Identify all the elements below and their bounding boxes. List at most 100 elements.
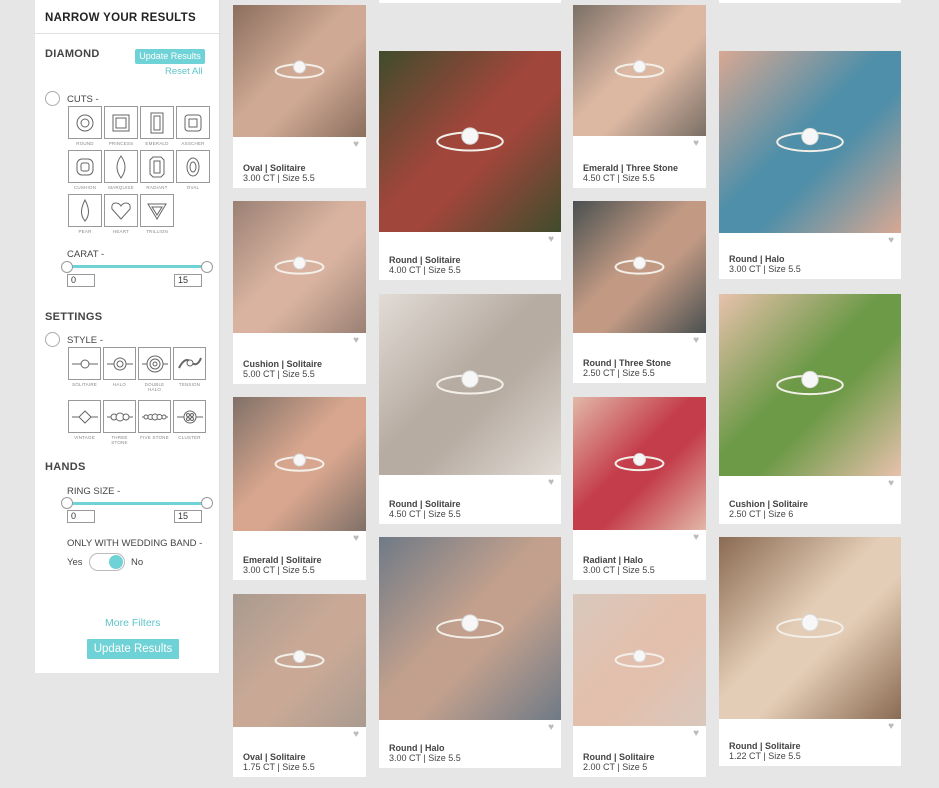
card-title[interactable]: Oval | Solitaire	[243, 163, 306, 173]
ring-photo[interactable]	[233, 594, 366, 727]
style-tension[interactable]: TENSION	[173, 347, 206, 397]
result-card[interactable]: ♥ Round | Solitaire 1.22 CT | Size 5.5	[719, 537, 901, 766]
ring-photo[interactable]	[719, 294, 901, 476]
style-vintage[interactable]: VINTAGE	[68, 400, 101, 450]
ring-photo[interactable]	[379, 537, 561, 720]
style-solitaire[interactable]: SOLITAIRE	[68, 347, 101, 397]
card-title[interactable]: Round | Solitaire	[583, 752, 655, 762]
favorite-heart-icon[interactable]: ♥	[548, 722, 554, 733]
result-card[interactable]: ♥ Emerald | Three Stone 4.50 CT | Size 5.5	[573, 5, 706, 188]
card-title[interactable]: Cushion | Solitaire	[729, 499, 808, 509]
ring-photo[interactable]	[573, 397, 706, 530]
more-filters-link[interactable]: More Filters	[105, 617, 160, 629]
style-cluster[interactable]: CLUSTER	[173, 400, 206, 450]
ring-size-max-input[interactable]: 15	[174, 510, 202, 523]
cut-princess[interactable]: PRINCESS	[104, 106, 138, 148]
card-title[interactable]: Cushion | Solitaire	[243, 359, 322, 369]
card-title[interactable]: Round | Three Stone	[583, 358, 671, 368]
ring-size-min-handle[interactable]	[61, 497, 73, 509]
cut-oval[interactable]: OVAL	[176, 150, 210, 192]
ring-size-min-input[interactable]: 0	[67, 510, 95, 523]
carat-min-handle[interactable]	[61, 261, 73, 273]
ring-photo[interactable]	[573, 201, 706, 333]
card-title[interactable]: Round | Halo	[389, 743, 445, 753]
favorite-heart-icon[interactable]: ♥	[353, 729, 359, 740]
carat-max-input[interactable]: 15	[174, 274, 202, 287]
favorite-heart-icon[interactable]: ♥	[353, 139, 359, 150]
card-title[interactable]: Round | Halo	[729, 254, 785, 264]
card-title[interactable]: Oval | Solitaire	[243, 752, 306, 762]
card-title[interactable]: Round | Solitaire	[389, 255, 461, 265]
ring-photo[interactable]	[573, 5, 706, 136]
favorite-heart-icon[interactable]: ♥	[888, 235, 894, 246]
style-five-stone[interactable]: FIVE STONE	[138, 400, 171, 450]
result-card[interactable]: Pear | Solitaire2.70 CT | Size 5.5	[719, 0, 901, 3]
ring-photo[interactable]	[233, 397, 366, 531]
favorite-heart-icon[interactable]: ♥	[548, 477, 554, 488]
result-card[interactable]: ♥ Emerald | Solitaire 3.00 CT | Size 5.5	[233, 397, 366, 580]
result-card[interactable]: ♥ Round | Solitaire 4.00 CT | Size 5.5	[379, 51, 561, 280]
style-three-stone[interactable]: THREE STONE	[103, 400, 136, 450]
carat-min-input[interactable]: 0	[67, 274, 95, 287]
card-details: 4.50 CT | Size 5.5	[389, 509, 461, 519]
cut-round[interactable]: ROUND	[68, 106, 102, 148]
cut-pear[interactable]: PEAR	[68, 194, 102, 236]
result-card[interactable]: Emerald | Three Stone5.00 CT | Size 5.5	[379, 0, 561, 3]
update-results-small-button[interactable]: Update Results	[135, 49, 205, 64]
ring-photo[interactable]	[233, 5, 366, 137]
cut-marquise[interactable]: MARQUISE	[104, 150, 138, 192]
style-radio[interactable]	[45, 332, 60, 347]
favorite-heart-icon[interactable]: ♥	[693, 138, 699, 149]
card-title[interactable]: Emerald | Solitaire	[243, 555, 322, 565]
ring-photo[interactable]	[233, 201, 366, 333]
result-card[interactable]: ♥ Oval | Solitaire 1.75 CT | Size 5.5	[233, 594, 366, 777]
favorite-heart-icon[interactable]: ♥	[693, 532, 699, 543]
update-results-button[interactable]: Update Results	[87, 639, 179, 659]
reset-all-link[interactable]: Reset All	[165, 66, 203, 77]
card-details: 2.50 CT | Size 5.5	[583, 368, 655, 378]
cut-cushion[interactable]: CUSHION	[68, 150, 102, 192]
result-card[interactable]: ♥ Round | Three Stone 2.50 CT | Size 5.5	[573, 201, 706, 383]
result-card[interactable]: ♥ Cushion | Solitaire 2.50 CT | Size 6	[719, 294, 901, 524]
cuts-radio[interactable]	[45, 91, 60, 106]
cut-trillion[interactable]: TRILLION	[140, 194, 174, 236]
ring-photo[interactable]	[379, 51, 561, 232]
result-card[interactable]: ♥ Cushion | Solitaire 5.00 CT | Size 5.5	[233, 201, 366, 384]
result-card[interactable]: ♥ Radiant | Halo 3.00 CT | Size 5.5	[573, 397, 706, 580]
card-title[interactable]: Emerald | Three Stone	[583, 163, 678, 173]
wedding-band-toggle[interactable]	[89, 553, 125, 571]
card-title[interactable]: Radiant | Halo	[583, 555, 643, 565]
result-card[interactable]: ♥ Round | Solitaire 4.50 CT | Size 5.5	[379, 294, 561, 524]
favorite-heart-icon[interactable]: ♥	[353, 533, 359, 544]
ring-photo[interactable]	[379, 294, 561, 475]
result-card[interactable]: ♥ Round | Halo 3.00 CT | Size 5.5	[719, 51, 901, 279]
cut-heart[interactable]: HEART	[104, 194, 138, 236]
favorite-heart-icon[interactable]: ♥	[888, 721, 894, 732]
result-card[interactable]: ♥ Oval | Solitaire 3.00 CT | Size 5.5	[233, 5, 366, 188]
ring-size-slider-track[interactable]	[67, 502, 207, 505]
favorite-heart-icon[interactable]: ♥	[548, 234, 554, 245]
carat-slider-track[interactable]	[67, 265, 207, 268]
ring-photo[interactable]	[719, 51, 901, 233]
result-card[interactable]: ♥ Round | Solitaire 2.00 CT | Size 5	[573, 594, 706, 777]
ring-photo[interactable]	[719, 537, 901, 719]
carat-max-handle[interactable]	[201, 261, 213, 273]
result-card[interactable]: ♥ Round | Halo 3.00 CT | Size 5.5	[379, 537, 561, 768]
favorite-heart-icon[interactable]: ♥	[693, 335, 699, 346]
princess-cut-icon	[112, 114, 130, 131]
ring-size-max-handle[interactable]	[201, 497, 213, 509]
favorite-heart-icon[interactable]: ♥	[693, 728, 699, 739]
card-title[interactable]: Round | Solitaire	[729, 741, 801, 751]
ring-graphic	[614, 60, 665, 79]
favorite-heart-icon[interactable]: ♥	[888, 478, 894, 489]
cut-asscher[interactable]: ASSCHER	[176, 106, 210, 148]
card-title[interactable]: Round | Solitaire	[389, 499, 461, 509]
cut-radiant[interactable]: RADIANT	[140, 150, 174, 192]
filter-sidebar: NARROW YOUR RESULTS DIAMOND Update Resul…	[35, 0, 220, 673]
tension-setting-icon	[177, 357, 202, 368]
style-halo[interactable]: HALO	[103, 347, 136, 397]
cut-emerald[interactable]: EMERALD	[140, 106, 174, 148]
ring-photo[interactable]	[573, 594, 706, 726]
favorite-heart-icon[interactable]: ♥	[353, 335, 359, 346]
style-double-halo[interactable]: DOUBLE HALO	[138, 347, 171, 397]
